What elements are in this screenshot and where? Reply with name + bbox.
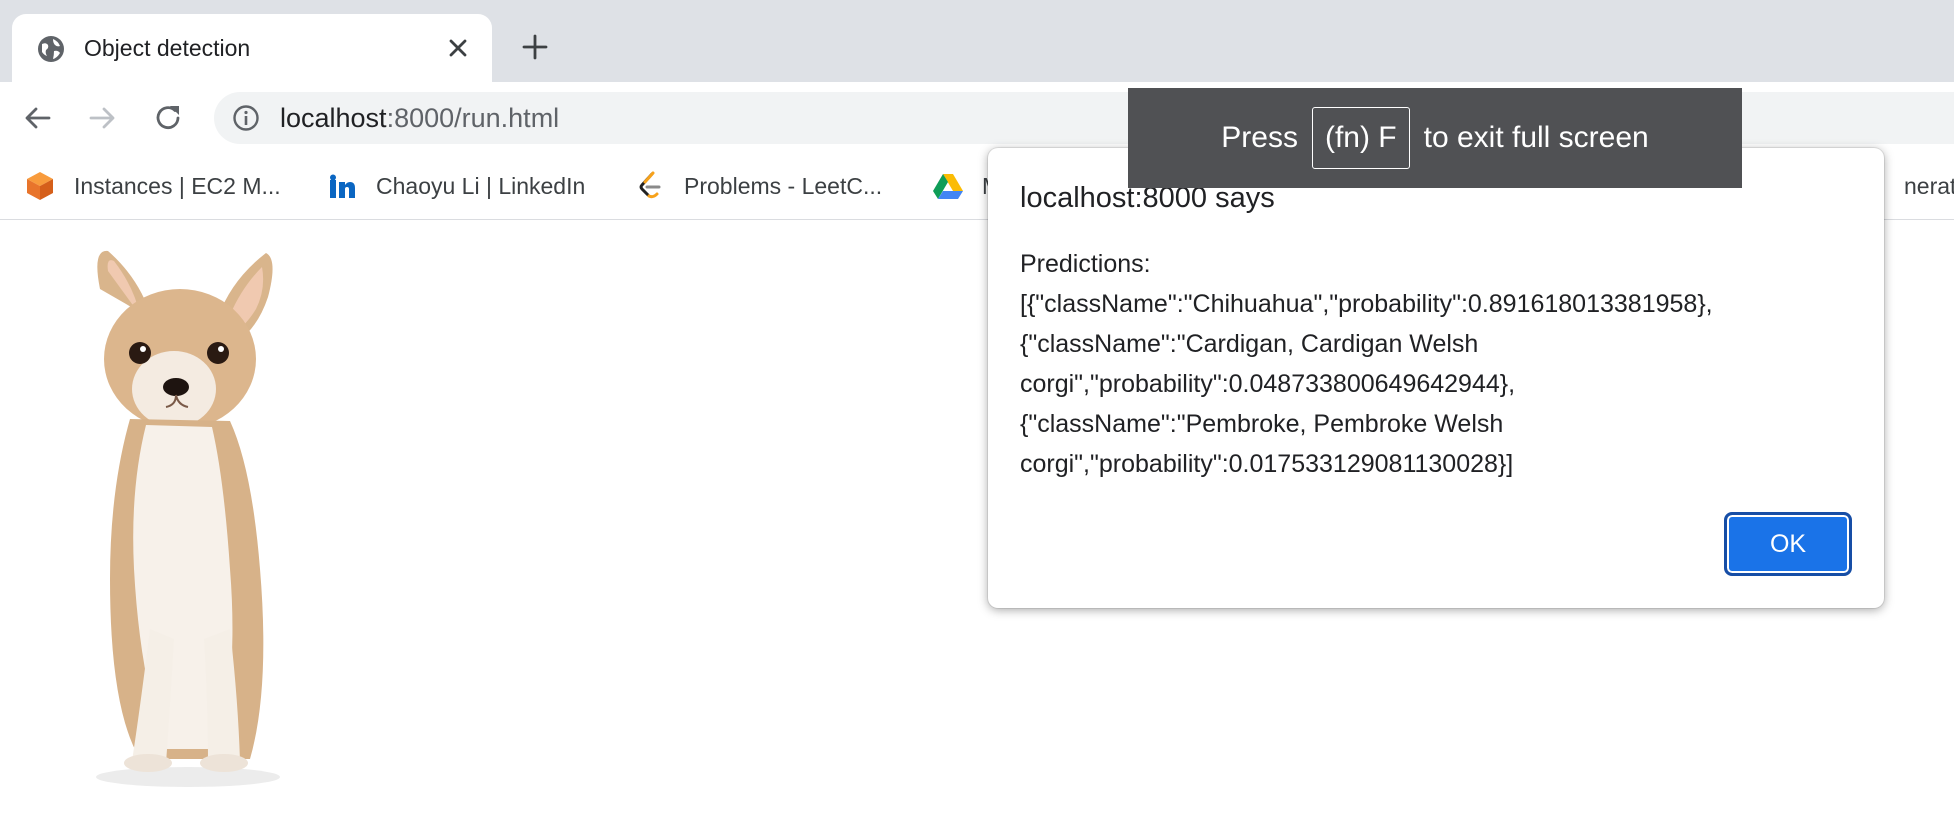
dialog-message: Predictions: [{"className":"Chihuahua","… <box>1020 244 1840 484</box>
url-host: localhost <box>280 103 387 133</box>
dialog-line: {"className":"Cardigan, Cardigan Welsh <box>1020 330 1479 358</box>
bookmark-label: Chaoyu Li | LinkedIn <box>376 172 586 199</box>
linkedin-icon <box>328 172 356 200</box>
bookmark-label: Instances | EC2 M... <box>74 172 281 199</box>
dialog-line: {"className":"Pembroke, Pembroke Welsh <box>1020 410 1504 438</box>
reload-icon[interactable] <box>152 102 184 134</box>
back-arrow-icon[interactable] <box>22 102 54 134</box>
toast-suffix-text: to exit full screen <box>1423 121 1649 154</box>
dialog-line: corgi","probability":0.01753312908113002… <box>1020 450 1514 478</box>
bookmark-label: nerato <box>1904 172 1954 199</box>
bookmark-ec2[interactable]: Instances | EC2 M... <box>24 170 281 202</box>
url-path: :8000/run.html <box>386 103 560 133</box>
globe-icon <box>38 36 64 62</box>
bookmark-generator[interactable]: nerato <box>1904 170 1954 202</box>
chihuahua-image <box>96 250 280 787</box>
bookmark-linkedin[interactable]: Chaoyu Li | LinkedIn <box>326 170 585 202</box>
ok-button[interactable]: OK <box>1724 512 1852 576</box>
dialog-line: [{"className":"Chihuahua","probability":… <box>1020 290 1713 318</box>
leetcode-icon <box>639 171 661 199</box>
google-drive-icon <box>933 174 963 199</box>
alert-dialog: localhost:8000 says Predictions: [{"clas… <box>988 148 1884 608</box>
new-tab-plus-icon[interactable] <box>520 32 550 62</box>
url-text: localhost:8000/run.html <box>280 102 559 134</box>
aws-cube-icon <box>27 172 53 200</box>
toast-press-text: Press <box>1221 121 1298 154</box>
fullscreen-exit-toast: Press (fn) F to exit full screen <box>1128 88 1742 188</box>
forward-arrow-icon[interactable] <box>86 102 118 134</box>
site-info-icon[interactable] <box>232 104 260 132</box>
tab-object-detection[interactable]: Object detection <box>12 14 492 82</box>
close-tab-icon[interactable] <box>444 34 472 62</box>
toast-key-hint: (fn) F <box>1311 107 1410 169</box>
bookmark-leetcode[interactable]: Problems - LeetC... <box>634 170 882 202</box>
tab-title: Object detection <box>84 35 251 61</box>
tab-strip: Object detection <box>0 0 1954 82</box>
dialog-line: Predictions: <box>1020 250 1151 278</box>
bookmark-label: Problems - LeetC... <box>684 172 883 199</box>
dialog-line: corgi","probability":0.04873380064964294… <box>1020 370 1516 398</box>
